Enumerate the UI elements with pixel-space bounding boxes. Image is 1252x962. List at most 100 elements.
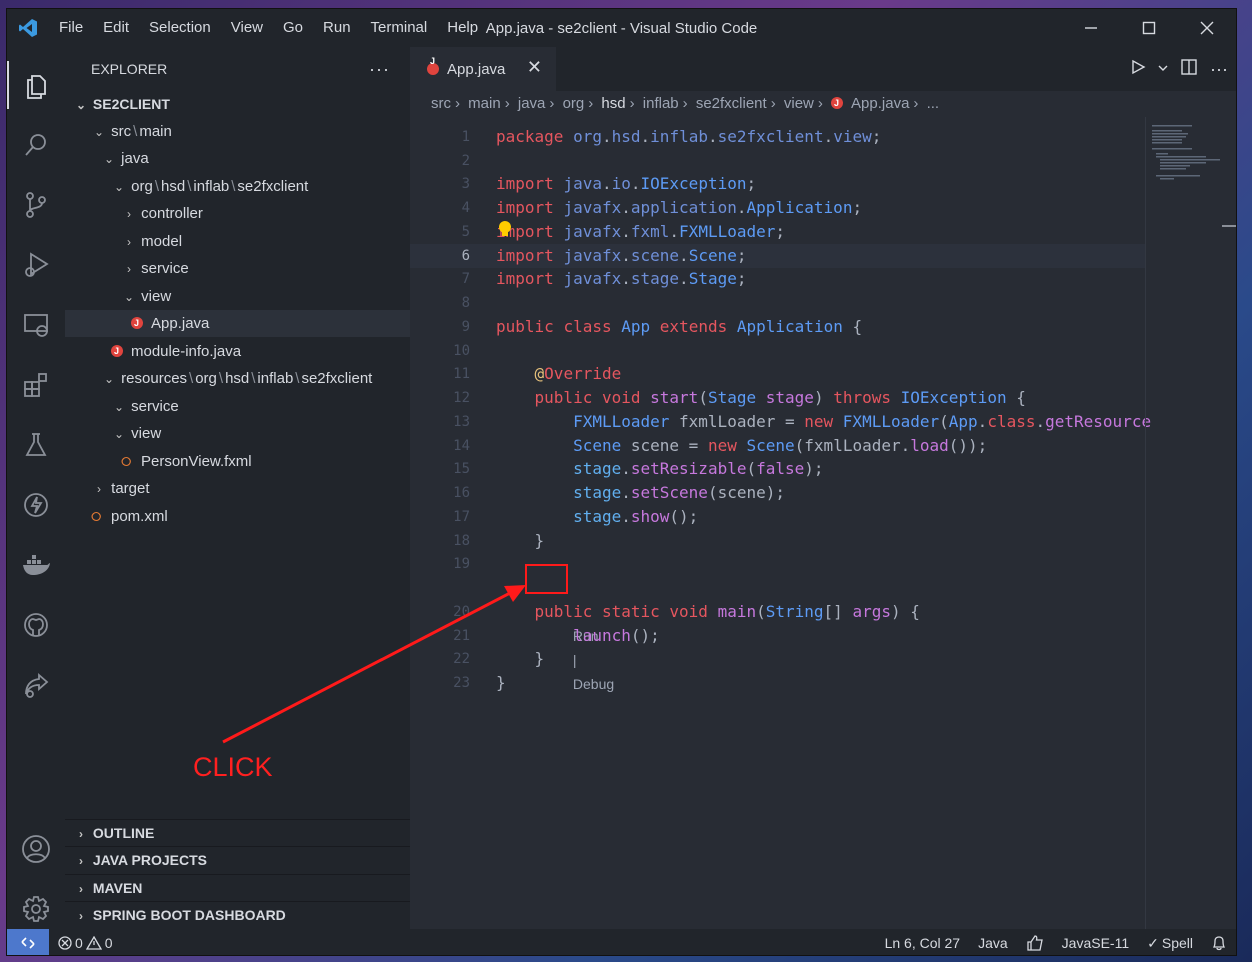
breadcrumb-item[interactable]: hsd — [601, 95, 625, 112]
run-play-icon[interactable] — [1130, 59, 1146, 80]
minimize-icon[interactable] — [1062, 9, 1120, 47]
chevron-right-icon: › — [127, 262, 131, 276]
thunder-icon[interactable] — [7, 481, 65, 529]
close-tab-icon[interactable]: ✕ — [527, 57, 542, 78]
warning-icon — [85, 936, 102, 950]
search-icon[interactable] — [7, 121, 65, 169]
breadcrumb-item[interactable]: ... — [927, 95, 940, 112]
more-actions-icon[interactable]: ··· — [1210, 59, 1228, 80]
highlight-box — [525, 564, 568, 594]
account-icon[interactable] — [7, 825, 65, 873]
language-mode[interactable]: Java — [969, 935, 1017, 951]
remote-explorer-icon[interactable] — [7, 301, 65, 349]
section-outline[interactable]: › OUTLINE — [65, 819, 410, 846]
problems-indicator[interactable]: 0 0 — [49, 935, 122, 951]
menu-terminal[interactable]: Terminal — [361, 9, 438, 47]
chevron-down-icon[interactable] — [1158, 60, 1168, 78]
annotation-click-label: CLICK — [193, 752, 273, 782]
java-file-icon — [427, 56, 439, 75]
error-icon — [58, 936, 72, 950]
breadcrumb-item[interactable]: inflab — [643, 95, 679, 112]
tree-folder-resources-view[interactable]: ⌄ view — [65, 420, 410, 447]
tree-folder-org-package[interactable]: ⌄ org \ hsd \ inflab \ se2fxclient — [65, 173, 410, 200]
chevron-down-icon: ⌄ — [75, 98, 87, 112]
scroll-position-marker — [1222, 225, 1236, 227]
menu-run[interactable]: Run — [313, 9, 361, 47]
split-editor-icon[interactable] — [1180, 58, 1198, 81]
tree-file-app-java[interactable]: App.java — [65, 310, 410, 337]
testing-icon[interactable] — [7, 421, 65, 469]
menu-edit[interactable]: Edit — [93, 9, 139, 47]
menu-selection[interactable]: Selection — [139, 9, 221, 47]
tree-folder-view[interactable]: ⌄ view — [65, 283, 410, 310]
vscode-logo-icon — [7, 9, 49, 47]
tree-folder-controller[interactable]: › controller — [65, 200, 410, 227]
lightbulb-icon[interactable] — [498, 220, 512, 245]
chevron-down-icon: ⌄ — [123, 290, 135, 304]
breadcrumb-item[interactable]: App.java — [851, 95, 909, 112]
menu-file[interactable]: File — [49, 9, 93, 47]
tree-folder-service[interactable]: › service — [65, 255, 410, 282]
java-file-icon — [831, 90, 844, 116]
chevron-down-icon: ⌄ — [103, 152, 115, 166]
live-share-icon[interactable] — [7, 661, 65, 709]
breadcrumb-item[interactable]: src — [431, 95, 451, 112]
extensions-icon[interactable] — [7, 361, 65, 409]
tree-folder-target[interactable]: › target — [65, 475, 410, 502]
remote-indicator-icon[interactable] — [7, 929, 49, 955]
tree-folder-resources[interactable]: ⌄ resources \ org \ hsd \ inflab \ se2fxclient — [65, 365, 410, 392]
source-control-icon[interactable] — [7, 181, 65, 229]
section-java-projects[interactable]: › JAVA PROJECTS — [65, 846, 410, 873]
menu-help[interactable]: Help — [437, 9, 488, 47]
chevron-right-icon: › — [79, 882, 83, 896]
section-spring-boot-dashboard[interactable]: › SPRING BOOT DASHBOARD — [65, 901, 410, 928]
chevron-down-icon: ⌄ — [93, 125, 105, 139]
notifications-bell-icon[interactable] — [1202, 935, 1236, 951]
tree-file-module-info[interactable]: module-info.java — [65, 338, 410, 365]
checkmark-icon: ✓ — [1147, 934, 1159, 951]
tab-label: App.java — [447, 60, 506, 78]
code-editor[interactable]: 1 package org.hsd.inflab.se2fxclient.view… — [410, 117, 1151, 929]
breadcrumb-item[interactable]: java — [518, 95, 546, 112]
rss-xml-file-icon: ⭘ — [91, 509, 102, 524]
rss-xml-file-icon: ⭘ — [121, 454, 132, 469]
explorer-title: EXPLORER — [91, 61, 168, 77]
tree-folder-model[interactable]: › model — [65, 228, 410, 255]
tree-folder-resources-service[interactable]: ⌄ service — [65, 393, 410, 420]
chevron-down-icon: ⌄ — [113, 427, 125, 441]
cursor-position[interactable]: Ln 6, Col 27 — [876, 935, 970, 951]
breadcrumb-item[interactable]: main — [468, 95, 501, 112]
chevron-right-icon: › — [127, 235, 131, 249]
chevron-right-icon: › — [97, 482, 101, 496]
more-actions-icon[interactable]: ··· — [369, 59, 390, 80]
close-window-icon[interactable] — [1178, 9, 1236, 47]
spell-check[interactable]: ✓ Spell — [1138, 935, 1202, 952]
breadcrumb-item[interactable]: view — [784, 95, 814, 112]
tree-folder-src-main[interactable]: ⌄ src \ main — [65, 118, 410, 145]
java-version[interactable]: JavaSE-11 — [1053, 935, 1138, 951]
breadcrumb-item[interactable]: se2fxclient — [696, 95, 767, 112]
maximize-icon[interactable] — [1120, 9, 1178, 47]
breadcrumb-item[interactable]: org — [563, 95, 585, 112]
menu-go[interactable]: Go — [273, 9, 313, 47]
tab-app-java[interactable]: App.java ✕ — [410, 47, 556, 91]
github-icon[interactable] — [7, 601, 65, 649]
run-debug-icon[interactable] — [7, 241, 65, 289]
docker-icon[interactable] — [7, 541, 65, 589]
tree-root-se2client[interactable]: ⌄ SE2CLIENT — [65, 91, 410, 118]
title-bar: File Edit Selection View Go Run Terminal… — [7, 9, 1236, 47]
section-maven[interactable]: › MAVEN — [65, 874, 410, 901]
settings-gear-icon[interactable] — [7, 885, 65, 933]
menu-view[interactable]: View — [221, 9, 273, 47]
tree-file-personview-fxml[interactable]: ⭘ PersonView.fxml — [65, 448, 410, 475]
editor-area: App.java ✕ ··· src› main› java› org› hsd… — [410, 47, 1236, 929]
tab-bar: App.java ✕ ··· — [410, 47, 1236, 91]
tree-folder-java[interactable]: ⌄ java — [65, 145, 410, 172]
chevron-right-icon: › — [79, 854, 83, 868]
thumbs-up-icon[interactable] — [1017, 935, 1053, 951]
tree-file-pom-xml[interactable]: ⭘ pom.xml — [65, 503, 410, 530]
chevron-down-icon: ⌄ — [103, 372, 115, 386]
java-file-icon — [111, 338, 123, 365]
explorer-icon[interactable] — [7, 61, 65, 109]
minimap[interactable] — [1145, 117, 1236, 929]
